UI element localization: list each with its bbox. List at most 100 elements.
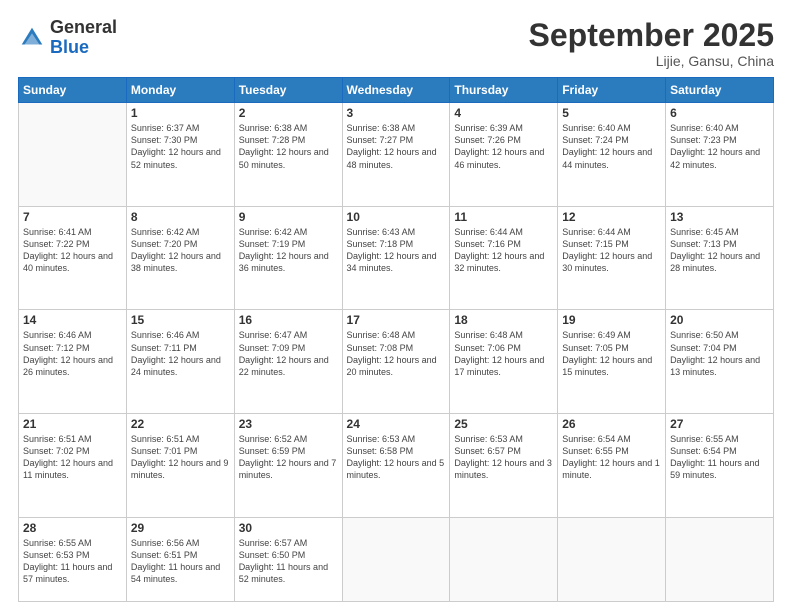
day-number: 16 — [239, 313, 338, 327]
day-number: 4 — [454, 106, 553, 120]
week-row-3: 14 Sunrise: 6:46 AMSunset: 7:12 PMDayligh… — [19, 310, 774, 414]
calendar-cell: 12Sunrise: 6:44 AMSunset: 7:15 PMDayligh… — [558, 206, 666, 310]
day-number: 3 — [347, 106, 446, 120]
day-info: Sunrise: 6:52 AMSunset: 6:59 PMDaylight:… — [239, 433, 338, 482]
calendar-cell: 9 Sunrise: 6:42 AMSunset: 7:19 PMDaylight… — [234, 206, 342, 310]
calendar-cell — [558, 517, 666, 601]
day-info: Sunrise: 6:43 AMSunset: 7:18 PMDaylight:… — [347, 226, 446, 275]
calendar-cell: 22 Sunrise: 6:51 AMSunset: 7:01 PMDayligh… — [126, 414, 234, 518]
day-info: Sunrise: 6:48 AMSunset: 7:08 PMDaylight:… — [347, 329, 446, 378]
day-info: Sunrise: 6:57 AMSunset: 6:50 PMDaylight:… — [239, 537, 338, 586]
calendar-cell — [450, 517, 558, 601]
day-info: Sunrise: 6:46 AMSunset: 7:11 PMDaylight:… — [131, 329, 230, 378]
day-info: Sunrise: 6:51 AMSunset: 7:02 PMDaylight:… — [23, 433, 122, 482]
calendar-cell: 2Sunrise: 6:38 AMSunset: 7:28 PMDaylight… — [234, 103, 342, 207]
calendar-cell: 15 Sunrise: 6:46 AMSunset: 7:11 PMDayligh… — [126, 310, 234, 414]
day-info: Sunrise: 6:51 AMSunset: 7:01 PMDaylight:… — [131, 433, 230, 482]
logo: General Blue — [18, 18, 117, 58]
day-number: 5 — [562, 106, 661, 120]
calendar-cell: 4 Sunrise: 6:39 AMSunset: 7:26 PMDaylight… — [450, 103, 558, 207]
logo-general: General — [50, 18, 117, 38]
day-info: Sunrise: 6:42 AMSunset: 7:19 PMDaylight:… — [239, 226, 338, 275]
day-number: 10 — [347, 210, 446, 224]
week-row-1: 1Sunrise: 6:37 AMSunset: 7:30 PMDaylight… — [19, 103, 774, 207]
day-info: Sunrise: 6:41 AMSunset: 7:22 PMDaylight:… — [23, 226, 122, 275]
day-info: Sunrise: 6:48 AMSunset: 7:06 PMDaylight:… — [454, 329, 553, 378]
logo-text: General Blue — [50, 18, 117, 58]
day-info: Sunrise: 6:38 AMSunset: 7:28 PMDaylight:… — [239, 122, 338, 171]
day-number: 28 — [23, 521, 122, 535]
day-info: Sunrise: 6:45 AMSunset: 7:13 PMDaylight:… — [670, 226, 769, 275]
calendar-cell: 24Sunrise: 6:53 AMSunset: 6:58 PMDayligh… — [342, 414, 450, 518]
calendar-cell — [19, 103, 127, 207]
day-info: Sunrise: 6:39 AMSunset: 7:26 PMDaylight:… — [454, 122, 553, 171]
week-row-5: 28Sunrise: 6:55 AMSunset: 6:53 PMDayligh… — [19, 517, 774, 601]
col-tuesday: Tuesday — [234, 78, 342, 103]
calendar-cell: 21 Sunrise: 6:51 AMSunset: 7:02 PMDayligh… — [19, 414, 127, 518]
day-number: 17 — [347, 313, 446, 327]
logo-blue: Blue — [50, 38, 117, 58]
day-number: 20 — [670, 313, 769, 327]
day-header-row: Sunday Monday Tuesday Wednesday Thursday… — [19, 78, 774, 103]
calendar-cell: 27Sunrise: 6:55 AMSunset: 6:54 PMDayligh… — [666, 414, 774, 518]
col-wednesday: Wednesday — [342, 78, 450, 103]
logo-icon — [18, 24, 46, 52]
day-number: 30 — [239, 521, 338, 535]
day-info: Sunrise: 6:54 AMSunset: 6:55 PMDaylight:… — [562, 433, 661, 482]
day-number: 9 — [239, 210, 338, 224]
day-info: Sunrise: 6:56 AMSunset: 6:51 PMDaylight:… — [131, 537, 230, 586]
day-number: 22 — [131, 417, 230, 431]
calendar-cell: 1Sunrise: 6:37 AMSunset: 7:30 PMDaylight… — [126, 103, 234, 207]
day-number: 21 — [23, 417, 122, 431]
day-info: Sunrise: 6:46 AMSunset: 7:12 PMDaylight:… — [23, 329, 122, 378]
calendar-cell: 14 Sunrise: 6:46 AMSunset: 7:12 PMDayligh… — [19, 310, 127, 414]
page: General Blue September 2025 Lijie, Gansu… — [0, 0, 792, 612]
calendar-cell: 8 Sunrise: 6:42 AMSunset: 7:20 PMDaylight… — [126, 206, 234, 310]
day-number: 12 — [562, 210, 661, 224]
calendar-cell — [342, 517, 450, 601]
day-info: Sunrise: 6:44 AMSunset: 7:16 PMDaylight:… — [454, 226, 553, 275]
month-title: September 2025 — [529, 18, 774, 53]
calendar-cell: 16 Sunrise: 6:47 AMSunset: 7:09 PMDayligh… — [234, 310, 342, 414]
calendar-cell: 26Sunrise: 6:54 AMSunset: 6:55 PMDayligh… — [558, 414, 666, 518]
calendar-cell: 23 Sunrise: 6:52 AMSunset: 6:59 PMDayligh… — [234, 414, 342, 518]
col-saturday: Saturday — [666, 78, 774, 103]
calendar-cell: 29 Sunrise: 6:56 AMSunset: 6:51 PMDayligh… — [126, 517, 234, 601]
day-info: Sunrise: 6:47 AMSunset: 7:09 PMDaylight:… — [239, 329, 338, 378]
day-number: 24 — [347, 417, 446, 431]
day-number: 11 — [454, 210, 553, 224]
day-info: Sunrise: 6:38 AMSunset: 7:27 PMDaylight:… — [347, 122, 446, 171]
day-number: 27 — [670, 417, 769, 431]
col-friday: Friday — [558, 78, 666, 103]
calendar-table: Sunday Monday Tuesday Wednesday Thursday… — [18, 77, 774, 602]
day-number: 8 — [131, 210, 230, 224]
day-info: Sunrise: 6:37 AMSunset: 7:30 PMDaylight:… — [131, 122, 230, 171]
day-info: Sunrise: 6:53 AMSunset: 6:57 PMDaylight:… — [454, 433, 553, 482]
day-info: Sunrise: 6:40 AMSunset: 7:24 PMDaylight:… — [562, 122, 661, 171]
col-sunday: Sunday — [19, 78, 127, 103]
day-info: Sunrise: 6:40 AMSunset: 7:23 PMDaylight:… — [670, 122, 769, 171]
day-number: 23 — [239, 417, 338, 431]
day-number: 18 — [454, 313, 553, 327]
calendar-cell: 30 Sunrise: 6:57 AMSunset: 6:50 PMDayligh… — [234, 517, 342, 601]
week-row-2: 7Sunrise: 6:41 AMSunset: 7:22 PMDaylight… — [19, 206, 774, 310]
week-row-4: 21 Sunrise: 6:51 AMSunset: 7:02 PMDayligh… — [19, 414, 774, 518]
location-subtitle: Lijie, Gansu, China — [529, 53, 774, 69]
day-number: 15 — [131, 313, 230, 327]
day-info: Sunrise: 6:42 AMSunset: 7:20 PMDaylight:… — [131, 226, 230, 275]
header: General Blue September 2025 Lijie, Gansu… — [18, 18, 774, 69]
day-number: 29 — [131, 521, 230, 535]
calendar-cell: 18 Sunrise: 6:48 AMSunset: 7:06 PMDayligh… — [450, 310, 558, 414]
col-monday: Monday — [126, 78, 234, 103]
day-info: Sunrise: 6:50 AMSunset: 7:04 PMDaylight:… — [670, 329, 769, 378]
day-number: 13 — [670, 210, 769, 224]
calendar-cell: 10 Sunrise: 6:43 AMSunset: 7:18 PMDayligh… — [342, 206, 450, 310]
calendar-cell: 5 Sunrise: 6:40 AMSunset: 7:24 PMDaylight… — [558, 103, 666, 207]
calendar-cell: 13 Sunrise: 6:45 AMSunset: 7:13 PMDayligh… — [666, 206, 774, 310]
day-info: Sunrise: 6:49 AMSunset: 7:05 PMDaylight:… — [562, 329, 661, 378]
day-number: 25 — [454, 417, 553, 431]
day-number: 6 — [670, 106, 769, 120]
day-number: 14 — [23, 313, 122, 327]
col-thursday: Thursday — [450, 78, 558, 103]
calendar-cell: 3 Sunrise: 6:38 AMSunset: 7:27 PMDaylight… — [342, 103, 450, 207]
